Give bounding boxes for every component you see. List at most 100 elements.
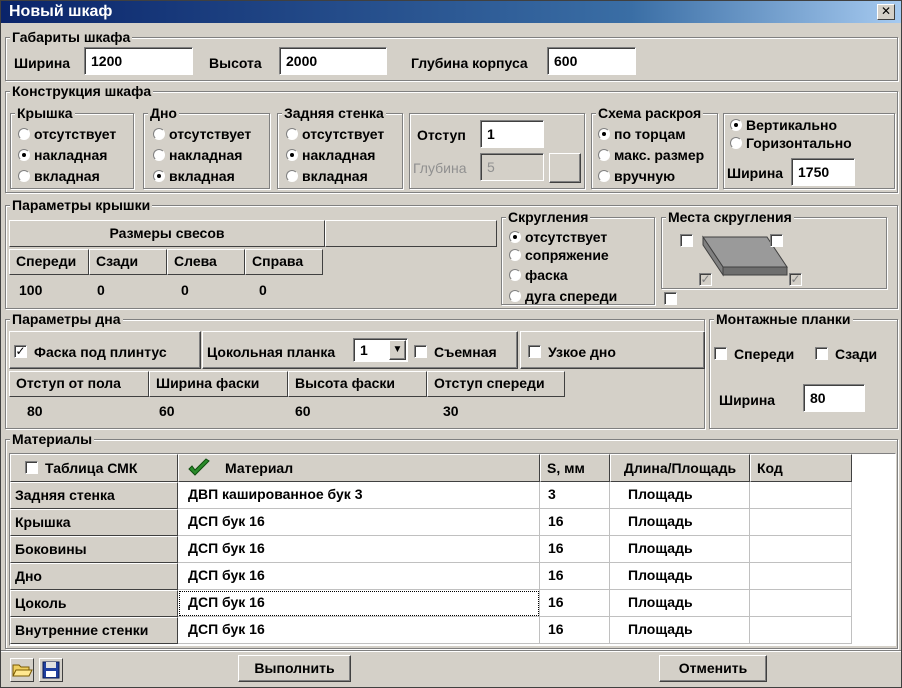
code-cell[interactable] [750,563,852,590]
materials-legend: Материалы [10,431,95,447]
radio-dot [18,170,30,182]
orient-width-label: Ширина [727,165,784,181]
open-button[interactable] [10,658,34,682]
mounting-group: Монтажные планки [709,311,898,429]
cancel-button[interactable]: Отменить [659,655,767,682]
thickness-cell[interactable]: 16 [540,563,610,590]
overhang-val-front[interactable]: 100 [19,279,42,301]
thickness-cell[interactable]: 16 [540,536,610,563]
bottom-val-chamfer-width[interactable]: 60 [159,400,175,422]
material-cell[interactable]: ДСП бук 16 [178,590,540,617]
width-input[interactable]: 1200 [84,47,193,75]
material-row-name[interactable]: Внутренние стенки [10,617,178,644]
radio-dot [598,170,610,182]
material-row-name[interactable]: Дно [10,563,178,590]
bottom-col-chamfer-height: Высота фаски [288,371,427,397]
rounding-radio-none[interactable]: отсутствует [509,229,607,245]
length-area-cell[interactable]: Площадь [610,536,750,563]
title-bar: Новый шкаф ✕ [1,1,901,23]
mounting-legend: Монтажные планки [714,311,853,327]
bottom-radio-overlay[interactable]: накладная [153,147,242,163]
back-radio-overlay[interactable]: накладная [286,147,375,163]
save-button[interactable] [39,658,63,682]
rounding-radio-chamfer[interactable]: фаска [509,267,568,283]
back-radio-none[interactable]: отсутствует [286,126,384,142]
orient-width-input[interactable]: 1750 [791,158,855,186]
overhang-header: Размеры свесов [9,220,325,247]
thickness-cell[interactable]: 16 [540,617,610,644]
cut-radio-manual[interactable]: вручную [598,168,675,184]
material-cell[interactable]: ДВП кашированное бук 3 [178,482,540,509]
green-checkmark-icon [188,458,210,476]
code-cell[interactable] [750,617,852,644]
rounding-radio-arc[interactable]: дуга спереди [509,288,617,304]
offset-input[interactable]: 1 [480,120,544,148]
bottom-radio-none[interactable]: отсутствует [153,126,251,142]
radio-dot [153,149,165,161]
rounding-legend: Скругления [506,209,591,225]
depth-input[interactable]: 600 [547,47,636,75]
thickness-cell[interactable]: 16 [540,509,610,536]
depth-label: Глубина корпуса [411,55,528,71]
bottom-col-chamfer-width: Ширина фаски [149,371,288,397]
cut-radio-ends[interactable]: по торцам [598,126,686,142]
mounting-back-checkbox[interactable]: Сзади [815,346,877,362]
length-area-cell[interactable]: Площадь [610,563,750,590]
top-radio-none[interactable]: отсутствует [18,126,116,142]
run-button[interactable]: Выполнить [238,655,351,682]
chamfer-checkbox[interactable]: ✓ Фаска под плинтус [14,344,167,360]
overhang-val-right[interactable]: 0 [259,279,267,301]
length-area-cell[interactable]: Площадь [610,482,750,509]
length-area-cell[interactable]: Площадь [610,590,750,617]
bottom-val-chamfer-height[interactable]: 60 [295,400,311,422]
back-wall-legend: Задняя стенка [282,105,386,121]
radio-dot [509,249,521,261]
code-cell[interactable] [750,482,852,509]
back-radio-inset[interactable]: вкладная [286,168,368,184]
plinth-label: Цокольная планка [207,344,336,360]
mounting-front-checkbox[interactable]: Спереди [714,346,794,362]
close-button[interactable]: ✕ [877,4,895,20]
overhang-val-back[interactable]: 0 [97,279,105,301]
material-cell[interactable]: ДСП бук 16 [178,617,540,644]
top-cover-legend: Крышка [15,105,75,121]
overhang-val-left[interactable]: 0 [181,279,189,301]
cut-radio-max[interactable]: макс. размер [598,147,704,163]
mounting-width-input[interactable]: 80 [803,384,865,412]
removable-checkbox[interactable]: Съемная [414,344,497,360]
length-area-cell[interactable]: Площадь [610,509,750,536]
cmk-checkbox[interactable]: Таблица СМК [25,460,137,476]
material-row-name[interactable]: Задняя стенка [10,482,178,509]
height-input[interactable]: 2000 [279,47,387,75]
orient-radio-vertical[interactable]: Вертикально [730,117,837,133]
thickness-cell[interactable]: 3 [540,482,610,509]
narrow-bottom-checkbox[interactable]: Узкое дно [528,344,616,360]
code-cell[interactable] [750,590,852,617]
thickness-cell[interactable]: 16 [540,590,610,617]
length-area-cell[interactable]: Площадь [610,617,750,644]
material-cell[interactable]: ДСП бук 16 [178,509,540,536]
code-cell[interactable] [750,536,852,563]
floppy-disk-icon [42,661,60,679]
material-cell[interactable]: ДСП бук 16 [178,563,540,590]
material-row-name[interactable]: Боковины [10,536,178,563]
rounding-radio-fillet[interactable]: сопряжение [509,247,609,263]
bottom-radio-inset[interactable]: вкладная [153,168,235,184]
material-row-name[interactable]: Крышка [10,509,178,536]
material-col-header[interactable]: Материал [178,454,540,482]
bottom-val-floor-offset[interactable]: 80 [27,400,43,422]
depth-side-button[interactable] [549,153,581,183]
material-cell[interactable]: ДСП бук 16 [178,536,540,563]
overhang-col-left: Слева [167,249,245,275]
material-row-name[interactable]: Цоколь [10,590,178,617]
code-cell[interactable] [750,509,852,536]
orient-radio-horizontal[interactable]: Горизонтально [730,135,852,151]
s-col-header: S, мм [540,454,610,482]
bottom-val-front-offset[interactable]: 30 [443,400,459,422]
top-radio-overlay[interactable]: накладная [18,147,107,163]
top-radio-inset[interactable]: вкладная [18,168,100,184]
radio-dot [730,137,742,149]
round-places-legend: Места скругления [666,209,794,225]
plinth-dropdown-arrow-icon[interactable]: ▼ [389,340,406,360]
dialog-window: Новый шкаф ✕ Габариты шкафа Ширина 1200 … [0,0,902,688]
